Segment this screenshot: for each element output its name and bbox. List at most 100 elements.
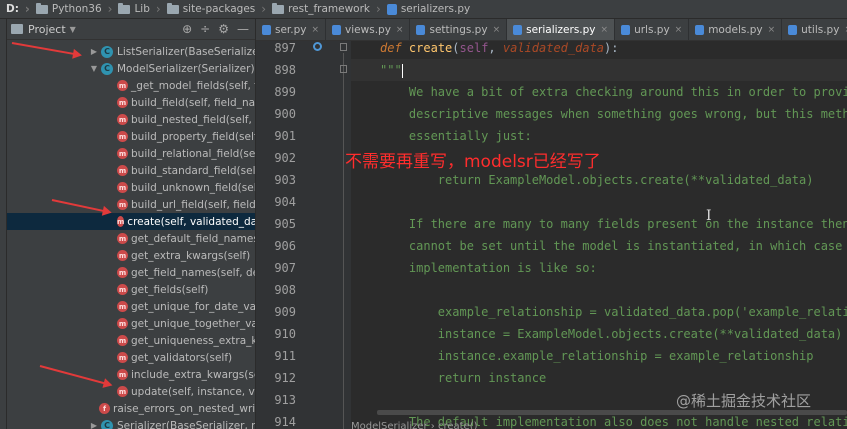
code-line[interactable]: implementation is like so: [380,261,597,275]
tree-item-label: build_unknown_field(self, fi [131,181,255,194]
tree-method-item[interactable]: mget_default_field_names(sel [117,230,255,247]
breadcrumb-item[interactable]: Lib › [112,2,161,16]
method-icon: m [117,284,128,295]
tree-method-item[interactable]: mget_uniqueness_extra_kwa [117,332,255,349]
code-line[interactable]: instance = ExampleModel.objects.create(*… [380,327,843,341]
tab-urls[interactable]: urls.py × [615,19,690,40]
tree-item-label: get_validators(self) [131,351,233,364]
override-marker-icon[interactable] [313,42,322,51]
code-line[interactable]: return ExampleModel.objects.create(**val… [380,173,814,187]
chevron-down-icon[interactable]: ▼ [89,64,99,73]
tree-method-item[interactable]: mbuild_standard_field(self, fi [117,162,255,179]
tab-label: settings.py [429,23,488,36]
tree-method-item[interactable]: mbuild_field(self, field_name [117,94,255,111]
chevron-down-icon[interactable]: ▼ [70,25,76,34]
python-file-icon [621,24,631,35]
class-icon: C [101,45,113,58]
code-line[interactable]: cannot be set until the model is instant… [380,239,842,253]
tree-method-item[interactable]: mbuild_url_field(self, field_na [117,196,255,213]
breadcrumb-item[interactable]: Python36 › [30,2,112,16]
close-icon[interactable]: × [675,25,683,35]
code-line[interactable]: instance.example_relationship = example_… [380,349,814,363]
annotation-text: 不需要再重写，modelsr已经写了 [345,152,601,172]
python-file-icon [332,24,342,35]
breadcrumb-item[interactable]: rest_framework › [266,2,381,16]
code-line-def[interactable]: def create(self, validated_data): [380,41,618,55]
gear-icon[interactable]: ⚙ [218,22,229,36]
close-icon[interactable]: × [601,25,609,35]
tree-item-label: get_default_field_names(sel [131,232,255,245]
tree-class-item[interactable]: ▶C Serializer(BaseSerializer, meta [89,417,255,429]
tree-method-item[interactable]: mget_unique_for_date_valida [117,298,255,315]
tree-class-item[interactable]: ▶ C ListSerializer(BaseSerializer) [89,43,255,60]
close-icon[interactable]: × [396,25,404,35]
line-number: 899 [274,85,296,99]
tree-method-item[interactable]: mget_unique_together_valid [117,315,255,332]
tree-method-item[interactable]: minclude_extra_kwargs(self, [117,366,255,383]
tab-label: ser.py [275,23,307,36]
breadcrumb-item[interactable]: serializers.py [381,3,470,15]
fold-icon[interactable] [340,43,347,51]
line-number: 911 [274,349,296,363]
tree-method-item[interactable]: mbuild_nested_field(self, fiel [117,111,255,128]
chevron-right-icon[interactable]: ▶ [89,47,99,56]
text-cursor [401,63,403,78]
tree-item-label: build_relational_field(self, fi [131,147,255,160]
close-icon[interactable]: × [493,25,501,35]
folder-icon [272,2,285,14]
tree-item-label: get_fields(self) [131,283,209,296]
tab-views[interactable]: views.py × [326,19,411,40]
project-panel-title[interactable]: Project [28,23,66,36]
tree-method-item[interactable]: fraise_errors_on_nested_writes [99,400,255,417]
folder-icon [35,2,48,14]
python-file-icon [262,24,271,35]
tree-method-item[interactable]: mbuild_property_field(self, fi [117,128,255,145]
code-line[interactable]: example_relationship = validated_data.po… [380,305,847,319]
line-number: 900 [274,107,296,121]
close-icon[interactable]: × [312,25,320,35]
code-line[interactable]: We have a bit of extra checking around t… [380,85,847,99]
code-line[interactable]: essentially just: [380,129,532,143]
code-line[interactable]: If there are many to many fields present… [380,217,847,231]
code-editor[interactable]: def create(self, validated_data): """ We… [351,41,847,429]
python-file-icon [386,3,397,15]
tree-method-item[interactable]: mget_field_names(self, decla [117,264,255,281]
tab-label: models.py [708,23,763,36]
chevron-right-icon[interactable]: ▶ [89,421,99,429]
line-number: 913 [274,393,296,407]
tree-method-item[interactable]: mupdate(self, instance, valid [117,383,255,400]
folder-icon [166,2,179,14]
code-line[interactable]: return instance [380,371,546,385]
tab-serializers[interactable]: serializers.py × [507,19,616,40]
fold-icon[interactable] [340,65,347,73]
close-icon[interactable]: × [768,25,776,35]
tree-method-item[interactable]: mbuild_unknown_field(self, fi [117,179,255,196]
collapse-icon[interactable]: ÷ [200,22,210,36]
locate-icon[interactable]: ⊕ [182,22,192,36]
tree-method-item[interactable]: m create(self, validated_data [7,213,255,230]
tab-models[interactable]: models.py × [689,19,783,40]
tree-method-item[interactable]: m_get_model_fields(self, field [117,77,255,94]
line-number: 909 [274,305,296,319]
tab-settings[interactable]: settings.py × [410,19,508,40]
breadcrumb-item[interactable]: site-packages › [161,2,266,16]
hide-icon[interactable]: — [237,22,249,36]
code-line-docstring-open[interactable]: """ [380,63,403,78]
breadcrumb-label: D: [6,3,19,15]
tree-method-item[interactable]: m get_validators(self) [117,349,255,366]
tree-item-label: get_unique_together_valid [131,317,255,330]
line-number: 905 [274,217,296,231]
tree-method-item[interactable]: m get_fields(self) [117,281,255,298]
method-icon: m [117,131,128,142]
tree-method-item[interactable]: mbuild_relational_field(self, fi [117,145,255,162]
tab-ser[interactable]: ser.py × [256,19,327,40]
tab-utils[interactable]: utils.py× [782,19,847,40]
line-number: 907 [274,261,296,275]
line-number: 901 [274,129,296,143]
tree-method-item[interactable]: m get_extra_kwargs(self) [117,247,255,264]
code-line[interactable]: descriptive messages when something goes… [380,107,847,121]
breadcrumb-item[interactable]: D: › [0,2,30,16]
tree-class-item[interactable]: ▼ C ModelSerializer(Serializer) [89,60,255,77]
breadcrumb-label: serializers.py [400,3,471,15]
line-gutter: 897 898 899 900 901 902 903 904 905 906 907 908 909 9… [256,41,351,429]
